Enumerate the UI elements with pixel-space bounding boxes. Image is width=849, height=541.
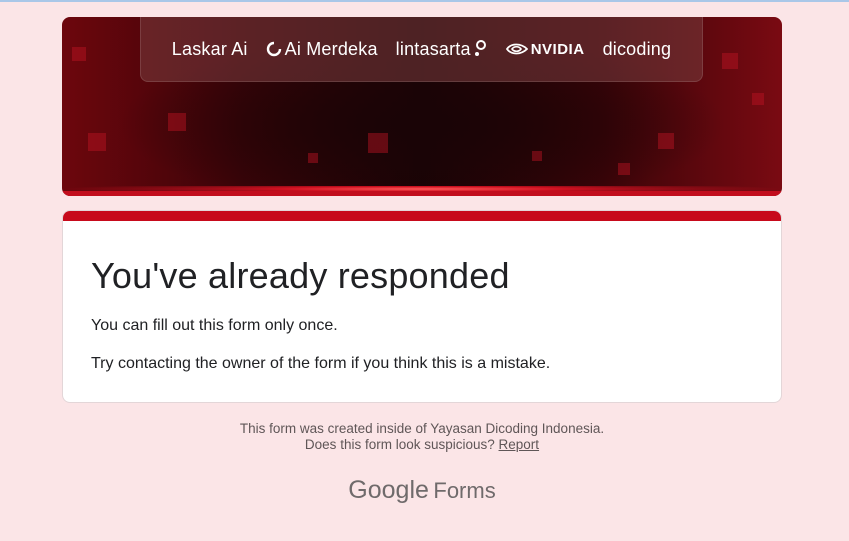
- created-inside-text: This form was created inside of Yayasan …: [239, 421, 605, 436]
- response-card: You've already responded You can fill ou…: [62, 210, 782, 403]
- logo-laskar-ai: Laskar Ai: [171, 38, 248, 59]
- nvidia-eye-icon: [505, 43, 528, 55]
- google-forms-logo[interactable]: Google Forms: [62, 476, 782, 505]
- lintasarta-mark-icon: [474, 40, 486, 56]
- logo-lintasarta: lintasarta: [396, 39, 488, 60]
- suspicious-text: Does this form look suspicious?: [304, 437, 495, 452]
- report-link[interactable]: Report: [499, 437, 540, 452]
- google-wordmark: Google: [348, 476, 429, 504]
- contact-owner-message: Try contacting the owner of the form if …: [91, 355, 551, 372]
- logo-nvidia: NVIDIA: [505, 41, 585, 58]
- card-accent-bar: [63, 211, 781, 221]
- form-footer: This form was created inside of Yayasan …: [62, 421, 782, 453]
- ai-merdeka-mark-icon: [266, 41, 281, 57]
- suspicious-row: Does this form look suspicious? Report: [62, 437, 782, 453]
- header-banner: Laskar Ai Ai Merdeka lintasarta NVIDIA d…: [62, 17, 782, 196]
- banner-bottom-edge: [62, 191, 782, 196]
- forms-wordmark: Forms: [433, 478, 496, 503]
- form-once-message: You can fill out this form only once.: [91, 317, 338, 334]
- browser-top-line: [0, 0, 849, 2]
- logo-dicoding: dicoding: [602, 38, 672, 59]
- page-title: You've already responded: [91, 255, 510, 296]
- sponsor-logo-bar: Laskar Ai Ai Merdeka lintasarta NVIDIA d…: [140, 17, 703, 82]
- logo-ai-merdeka: Ai Merdeka: [266, 39, 378, 60]
